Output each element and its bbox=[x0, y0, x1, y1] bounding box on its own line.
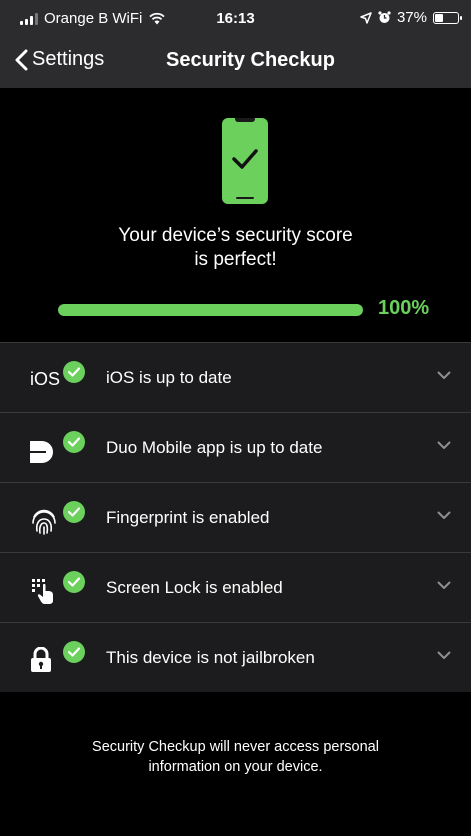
check-label: Fingerprint is enabled bbox=[106, 508, 270, 527]
check-row-fingerprint[interactable]: Fingerprint is enabled bbox=[0, 482, 471, 552]
score-percent: 100% bbox=[378, 297, 430, 319]
check-badge-icon bbox=[63, 641, 85, 663]
check-row-duo-mobile[interactable]: Duo Mobile app is up to date bbox=[0, 412, 471, 482]
check-label: Screen Lock is enabled bbox=[106, 578, 283, 597]
chevron-down-icon[interactable] bbox=[437, 581, 451, 590]
security-score-panel: Your device’s security score is perfect!… bbox=[0, 88, 471, 342]
check-row-ios[interactable]: iOS iOS is up to date bbox=[0, 342, 471, 412]
chevron-down-icon[interactable] bbox=[437, 441, 451, 450]
checks-list: iOS iOS is up to date Duo Mobile app is … bbox=[0, 342, 471, 692]
status-right: 37% bbox=[360, 9, 462, 26]
location-arrow-icon bbox=[360, 11, 372, 24]
status-bar: Orange B WiFi 16:13 37% bbox=[0, 0, 471, 36]
score-message: Your device’s security score is perfect! bbox=[0, 224, 471, 272]
screen-lock-icon bbox=[32, 579, 53, 604]
privacy-note: Security Checkup will never access perso… bbox=[60, 737, 411, 777]
check-label: This device is not jailbroken bbox=[106, 648, 315, 667]
alarm-icon bbox=[378, 11, 391, 23]
check-row-screen-lock[interactable]: Screen Lock is enabled bbox=[0, 552, 471, 622]
duo-mobile-icon bbox=[30, 441, 53, 463]
score-line-1: Your device’s security score bbox=[118, 225, 353, 246]
check-label: iOS is up to date bbox=[106, 368, 232, 387]
check-badge-icon bbox=[63, 571, 85, 593]
score-line-2: is perfect! bbox=[194, 249, 277, 270]
lock-icon bbox=[31, 647, 51, 672]
check-row-jailbreak[interactable]: This device is not jailbroken bbox=[0, 622, 471, 692]
fingerprint-icon bbox=[32, 509, 56, 535]
chevron-down-icon[interactable] bbox=[437, 371, 451, 380]
score-progress-bar bbox=[58, 304, 363, 316]
check-badge-icon bbox=[63, 501, 85, 523]
chevron-down-icon[interactable] bbox=[437, 651, 451, 660]
page-title: Security Checkup bbox=[166, 49, 335, 71]
privacy-note-line-2: information on your device. bbox=[148, 759, 323, 775]
navigation-bar: Settings Security Checkup bbox=[0, 36, 471, 88]
progress-fill bbox=[58, 304, 363, 316]
phone-check-icon bbox=[222, 118, 268, 204]
ios-icon: iOS bbox=[30, 369, 61, 389]
privacy-footer: Security Checkup will never access perso… bbox=[0, 695, 471, 836]
check-badge-icon bbox=[63, 431, 85, 453]
battery-percent: 37% bbox=[396, 9, 427, 26]
privacy-note-line-1: Security Checkup will never access perso… bbox=[92, 739, 379, 755]
check-label: Duo Mobile app is up to date bbox=[106, 438, 323, 457]
battery-icon bbox=[433, 11, 462, 24]
chevron-down-icon[interactable] bbox=[437, 511, 451, 520]
check-badge-icon bbox=[63, 361, 85, 383]
